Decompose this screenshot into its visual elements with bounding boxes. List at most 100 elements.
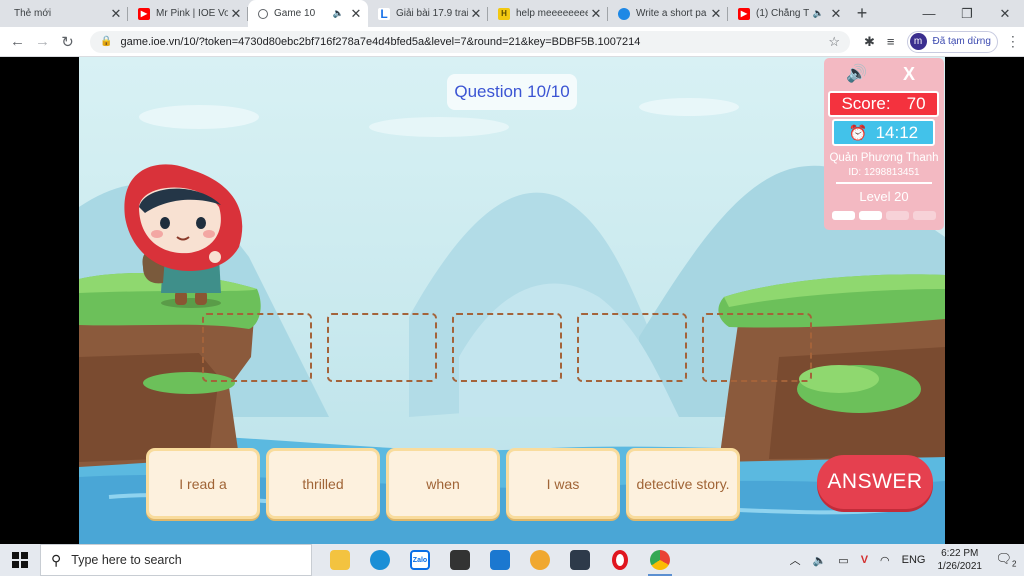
word-card-label: I read a [149,451,257,516]
score-box: Score: 70 [828,91,939,117]
battery-icon[interactable]: ▭ [838,554,848,567]
chrome-icon[interactable] [640,544,680,576]
media-control-icon[interactable]: ≡ [887,34,895,49]
question-counter: Question 10/10 [447,74,577,110]
taskbar-clock[interactable]: 6:22 PM 1/26/2021 [938,547,983,573]
tab-help[interactable]: H help meeeeeeeee ✕ [488,0,608,27]
back-icon[interactable]: ← [5,33,30,50]
game-canvas: Question 10/10 I read a thrilled when I … [79,57,945,544]
tab-write-short[interactable]: Write a short pa ✕ [608,0,728,27]
divider [836,182,932,184]
notification-count: 2 [1012,559,1017,569]
youtube-icon: ▶ [138,7,150,20]
progress-step [886,211,909,220]
answer-slot-3[interactable] [452,313,562,382]
answer-slot-4[interactable] [577,313,687,382]
windows-start-icon[interactable] [0,552,40,568]
opera-icon[interactable] [600,544,640,576]
notification-icon[interactable]: 🗨2 [994,551,1018,569]
search-icon: ⚲ [51,551,62,568]
bookmark-star-icon[interactable]: ☆ [828,34,840,50]
tab-close-icon[interactable]: ✕ [710,6,722,22]
tab-close-icon[interactable]: ✕ [470,6,482,22]
word-card-label: thrilled [269,451,377,516]
score-value: 70 [906,94,926,113]
tab-strip: Thẻ mới ✕ ▶ Mr Pink | IOE Vo ✕ Game 10 🔈… [0,0,1024,27]
timer-value: 14:12 [875,122,919,142]
cloud-icon [618,7,630,20]
l-logo-icon: L [378,7,390,21]
word-card[interactable]: detective story. [626,448,740,519]
player-id: ID: 1298813451 [848,167,920,178]
close-game-button[interactable]: X [903,64,915,85]
tab-title: Mr Pink | IOE Vo [156,8,228,19]
tab-chang[interactable]: ▶ (1) Chẳng T 🔈 ✕ [728,0,848,27]
player-name: Quản Phương Thanh [829,152,939,164]
word-card[interactable]: I read a [146,448,260,519]
lock-icon[interactable]: 🔒 [100,36,112,47]
zalo-icon[interactable]: Zalo [400,544,440,576]
store-icon[interactable] [440,544,480,576]
url-text[interactable]: game.ioe.vn/10/?token=4730d80ebc2bf716f2… [120,36,828,48]
extensions-icon[interactable]: ✱ [864,34,875,50]
answer-button[interactable]: ANSWER [817,455,933,509]
taskbar-search[interactable]: ⚲ Type here to search [40,544,312,576]
tab-title: Write a short pa [636,8,707,19]
mail-icon[interactable] [480,544,520,576]
round-progress [832,211,940,220]
answer-slot-5[interactable] [702,313,812,382]
timer-box: ⏰ 14:12 [832,119,935,146]
taskbar: ⚲ Type here to search Zalo ︿ 🔈 ▭ V ◠ ENG… [0,544,1024,576]
reload-icon[interactable]: ↻ [55,33,80,51]
chrome-canary-icon[interactable] [520,544,560,576]
chevron-up-icon[interactable]: ︿ [790,552,801,568]
search-placeholder: Type here to search [71,553,182,567]
close-window-icon[interactable]: ✕ [986,0,1024,27]
file-explorer-icon[interactable] [320,544,360,576]
h-logo-icon: H [498,7,510,20]
word-card-label: I was [509,451,617,516]
tab-new-tab[interactable]: Thẻ mới ✕ [0,0,128,27]
tab-close-icon[interactable]: ✕ [350,6,362,22]
tab-giai-bai[interactable]: L Giải bài 17.9 trai ✕ [368,0,488,27]
speaker-icon[interactable]: 🔈 [813,8,824,19]
volume-icon[interactable]: 🔈 [813,554,827,567]
wifi-icon[interactable]: ◠ [880,554,890,567]
word-card[interactable]: when [386,448,500,519]
avatar: m [909,33,927,50]
loading-icon [258,8,268,19]
tab-title: (1) Chẳng T [756,8,810,19]
language-indicator[interactable]: ENG [902,554,926,566]
tab-close-icon[interactable]: ✕ [590,6,602,22]
menu-icon[interactable]: ⋮ [1006,33,1020,50]
antivirus-icon[interactable]: V [861,554,868,566]
sound-icon[interactable]: 🔊 [846,64,867,84]
tab-game-10[interactable]: Game 10 🔈 ✕ [248,0,368,27]
new-tab-button[interactable]: + [848,0,876,27]
answer-slot-1[interactable] [202,313,312,382]
profile-button[interactable]: m Đã tạm dừng [906,30,998,53]
minimize-icon[interactable]: — [910,0,948,27]
forward-icon[interactable]: → [30,33,55,50]
answer-slot-2[interactable] [327,313,437,382]
level-label: Level 20 [859,189,909,204]
word-card[interactable]: thrilled [266,448,380,519]
tab-title: help meeeeeeeee [516,8,588,19]
word-card-label: when [389,451,497,516]
alarm-clock-icon: ⏰ [848,124,868,142]
edge-icon[interactable] [360,544,400,576]
app-icon[interactable] [560,544,600,576]
tab-close-icon[interactable]: ✕ [230,6,242,22]
restore-icon[interactable]: ❐ [948,0,986,27]
tab-mr-pink[interactable]: ▶ Mr Pink | IOE Vo ✕ [128,0,248,27]
progress-step [859,211,882,220]
youtube-icon: ▶ [738,7,750,20]
speaker-icon[interactable]: 🔈 [333,8,344,19]
word-card[interactable]: I was [506,448,620,519]
address-bar[interactable]: 🔒 game.ioe.vn/10/?token=4730d80ebc2bf716… [90,30,850,53]
tab-title: Thẻ mới [14,8,52,19]
progress-step [913,211,936,220]
tab-close-icon[interactable]: ✕ [110,6,122,22]
score-label: Score: [841,94,891,113]
tab-close-icon[interactable]: ✕ [830,6,842,22]
